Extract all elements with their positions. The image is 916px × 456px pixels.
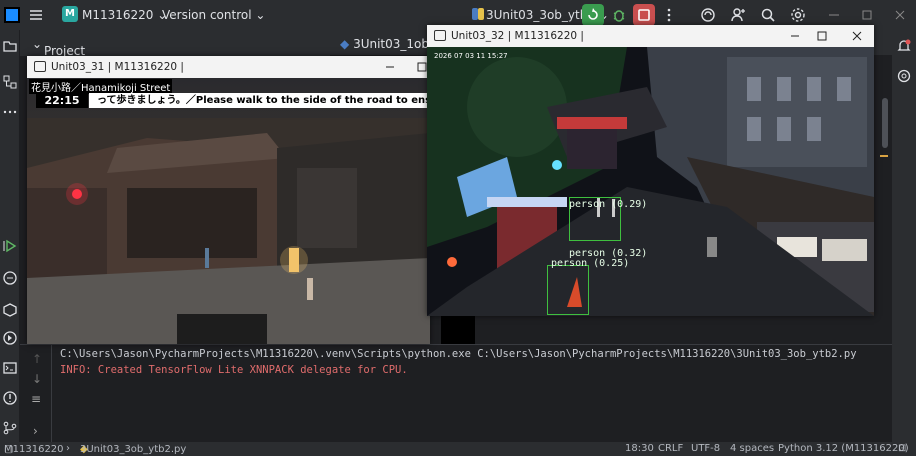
rerun-icon [588, 8, 598, 20]
main-menu-icon[interactable] [28, 7, 44, 23]
black-overlay [441, 316, 475, 344]
status-bar: ▢ M11316220 › ◆ 3Unit03_3ob_ytb2.py 18:3… [0, 442, 916, 456]
status-interpreter[interactable]: Python 3.12 (M11316220) [778, 443, 909, 454]
console-info-line: INFO: Created TensorFlow Lite XNNPACK de… [60, 364, 408, 376]
timestamp-overlay: 2026 07 03 11 15:27 [434, 52, 508, 60]
down-arrow-icon[interactable]: ↓ [32, 372, 42, 386]
detection-label: person (0.25) [551, 258, 630, 269]
window-title: Unit03_32 | M11316220 | [451, 30, 584, 42]
stop-icon [638, 9, 650, 21]
street-name-caption: 花見小路／Hanamikoji Street [29, 79, 173, 94]
status-encoding[interactable]: UTF-8 [691, 443, 720, 454]
console-gutter: ↑ ↓ ≡ › [20, 344, 52, 442]
python-run-config-icon [472, 8, 484, 20]
night-street-image [427, 47, 874, 316]
window-icon [434, 30, 446, 41]
scrolling-notice-banner: って歩きましょう。／Please walk to the side of the… [89, 93, 430, 108]
stop-button[interactable] [633, 4, 655, 26]
up-arrow-icon[interactable]: ↑ [32, 352, 42, 366]
python-packages-icon[interactable] [2, 270, 18, 286]
chevron-down-icon: ⌄ [255, 8, 266, 22]
window-title: Unit03_31 | M11316220 | [51, 61, 184, 73]
folder-icon[interactable] [2, 38, 18, 54]
street-scene-image [27, 118, 430, 344]
status-file-name: 3Unit03_3ob_ytb2.py [80, 444, 187, 455]
left-tool-strip [0, 30, 20, 442]
run-tool-icon[interactable] [2, 238, 18, 254]
ai-assistant-icon[interactable] [700, 7, 716, 23]
detection-feed: 2026 07 03 11 15:27 person (0.29) person… [427, 47, 874, 316]
status-line-separator[interactable]: CRLF [658, 443, 683, 454]
debug-icon[interactable] [611, 7, 627, 23]
close-icon[interactable] [892, 7, 908, 23]
minimize-icon[interactable] [383, 60, 397, 74]
problems-icon[interactable] [2, 390, 18, 406]
video-window-unit03-31[interactable]: Unit03_31 | M11316220 | 花見小路／Hanamikoji … [27, 56, 430, 344]
maximize-icon[interactable] [859, 7, 875, 23]
right-tool-strip [892, 30, 916, 442]
status-position[interactable]: 18:30 [625, 443, 654, 454]
window-titlebar[interactable]: Unit03_31 | M11316220 | [27, 56, 430, 78]
pycharm-logo-icon[interactable] [4, 7, 20, 23]
project-panel-header[interactable]: Project ⌄ [20, 30, 330, 58]
maximize-icon[interactable] [815, 29, 829, 43]
project-name: M11316220 [82, 8, 154, 22]
close-icon[interactable] [850, 29, 864, 43]
project-selector[interactable]: M11316220 ⌄ [82, 8, 167, 22]
status-project-name: M11316220 [4, 444, 64, 455]
clock-label: 22:15 [36, 93, 88, 108]
search-icon[interactable] [760, 7, 776, 23]
minimize-icon[interactable] [826, 7, 842, 23]
gear-icon[interactable] [790, 7, 806, 23]
ai-chat-icon[interactable] [896, 68, 912, 84]
console-command-line: C:\Users\Jason\PycharmProjects\M11316220… [60, 348, 857, 360]
python-console-icon[interactable] [2, 330, 18, 346]
rerun-button[interactable] [582, 4, 604, 26]
version-control-menu[interactable]: Version control ⌄ [162, 8, 265, 22]
video-window-unit03-32[interactable]: Unit03_32 | M11316220 | 2026 07 03 11 15… [427, 25, 874, 316]
detection-box [547, 265, 589, 315]
git-icon[interactable] [2, 420, 18, 436]
warning-marker[interactable] [880, 155, 888, 157]
python-file-icon: ◆ [340, 37, 350, 51]
minimize-icon[interactable] [788, 29, 802, 43]
version-control-label: Version control [162, 8, 252, 22]
more-actions-icon[interactable] [661, 7, 677, 23]
window-titlebar[interactable]: Unit03_32 | M11316220 | [427, 25, 874, 47]
more-tools-icon[interactable] [2, 104, 18, 120]
expand-icon[interactable]: › [33, 424, 38, 438]
detection-label: person (0.29) [569, 199, 648, 210]
project-badge[interactable]: M [62, 6, 78, 22]
notifications-icon[interactable] [896, 38, 912, 54]
run-config-name: 3Unit03_3ob_ytb2 [486, 8, 595, 22]
wrap-lines-icon[interactable]: ≡ [31, 392, 41, 406]
window-icon [34, 61, 46, 72]
camera-feed: 花見小路／Hanamikoji Street 22:15 って歩きましょう。／P… [27, 78, 430, 344]
structure-icon[interactable] [2, 74, 18, 90]
breadcrumb-separator: › [66, 443, 70, 454]
terminal-icon[interactable] [2, 360, 18, 376]
add-user-icon[interactable] [730, 7, 746, 23]
status-indent[interactable]: 4 spaces [730, 443, 774, 454]
editor-scrollbar[interactable] [882, 98, 888, 148]
lock-icon[interactable]: ⊡ [898, 443, 906, 454]
services-icon[interactable] [2, 302, 18, 318]
